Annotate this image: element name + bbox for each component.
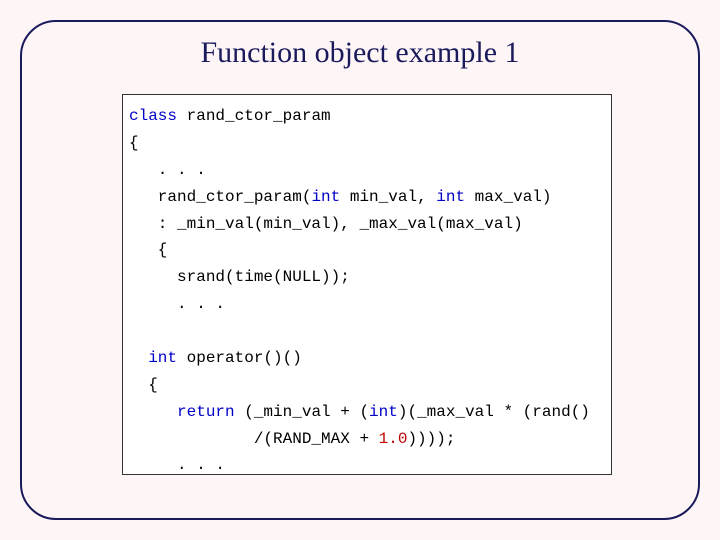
number-literal: 1.0 (379, 430, 408, 448)
code-text: rand_ctor_param (177, 107, 331, 125)
keyword-int: int (311, 188, 340, 206)
code-container: class rand_ctor_param { . . . rand_ctor_… (122, 94, 612, 475)
keyword-int: int (129, 349, 177, 367)
code-text: operator()() (177, 349, 302, 367)
code-line: srand(time(NULL)); (129, 264, 605, 291)
code-line (129, 318, 605, 345)
code-text: )))); (407, 430, 455, 448)
keyword-int: int (369, 403, 398, 421)
code-line: class rand_ctor_param (129, 103, 605, 130)
slide-title: Function object example 1 (50, 36, 670, 70)
keyword-class: class (129, 107, 177, 125)
code-line: rand_ctor_param(int min_val, int max_val… (129, 184, 605, 211)
code-line: { (129, 237, 605, 264)
code-line: int operator()() (129, 345, 605, 372)
code-line: { (129, 130, 605, 157)
code-line: . . . (129, 157, 605, 184)
keyword-int: int (436, 188, 465, 206)
code-text: (_min_val + ( (235, 403, 369, 421)
code-line: return (_min_val + (int)(_max_val * (ran… (129, 399, 605, 426)
code-text: )(_max_val * (rand() (398, 403, 590, 421)
code-line: /(RAND_MAX + 1.0)))); (129, 426, 605, 453)
code-line: . . . (129, 291, 605, 318)
code-text: /(RAND_MAX + (129, 430, 379, 448)
slide-frame: Function object example 1 class rand_cto… (20, 20, 700, 520)
code-line: : _min_val(min_val), _max_val(max_val) (129, 211, 605, 238)
code-text: min_val, (340, 188, 436, 206)
code-text: rand_ctor_param( (129, 188, 311, 206)
code-line: { (129, 372, 605, 399)
code-text: max_val) (465, 188, 551, 206)
keyword-return: return (129, 403, 235, 421)
code-line: . . . (129, 452, 605, 475)
